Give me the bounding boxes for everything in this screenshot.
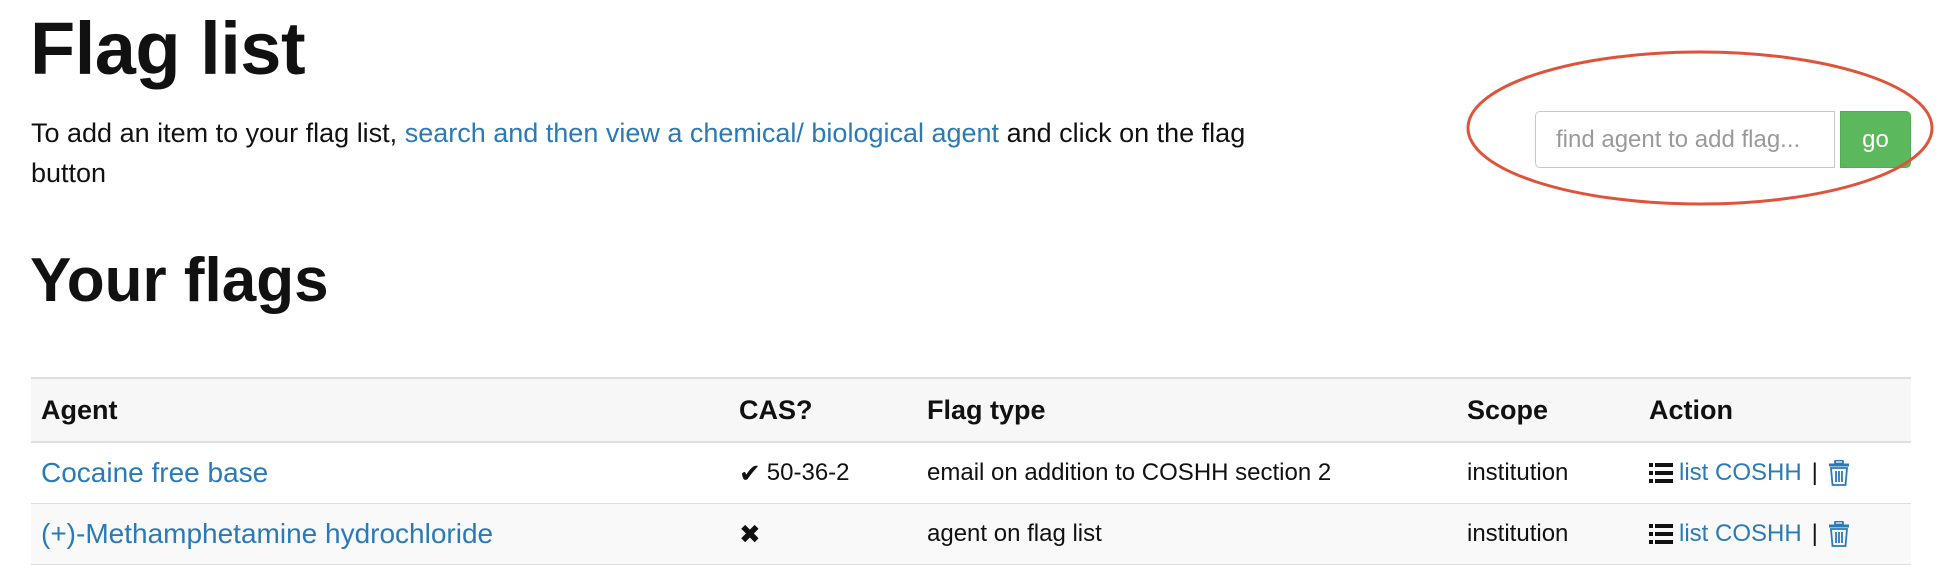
cas-cell: ✖	[729, 503, 917, 565]
agent-link[interactable]: Cocaine free base	[41, 457, 268, 488]
column-header-flag-type: Flag type	[917, 377, 1457, 443]
column-header-action: Action	[1639, 377, 1911, 443]
agent-cell: Cocaine free base	[31, 442, 729, 504]
delete-flag-button[interactable]	[1828, 521, 1850, 547]
list-coshh-label: list COSHH	[1679, 520, 1802, 547]
table-header-row: Agent CAS? Flag type Scope Action	[31, 377, 1911, 443]
intro-text-start: To add an item to your flag list,	[31, 118, 405, 148]
scope-cell: institution	[1457, 503, 1639, 565]
agent-cell: (+)-Methamphetamine hydrochloride	[31, 503, 729, 565]
intro-text: To add an item to your flag list, search…	[31, 113, 1291, 193]
cas-number: 50-36-2	[766, 459, 850, 486]
cross-icon: ✖	[739, 518, 761, 549]
flag-type-cell: agent on flag list	[917, 503, 1457, 565]
flags-table: Agent CAS? Flag type Scope Action Cocain…	[31, 377, 1911, 565]
table-row: (+)-Methamphetamine hydrochloride ✖ agen…	[31, 503, 1911, 565]
flag-type-cell: email on addition to COSHH section 2	[917, 442, 1457, 504]
list-icon	[1649, 463, 1673, 483]
column-header-agent: Agent	[31, 377, 729, 443]
list-coshh-link[interactable]: list COSHH	[1649, 459, 1802, 487]
trash-icon	[1828, 521, 1849, 547]
delete-flag-button[interactable]	[1828, 460, 1850, 486]
trash-icon	[1828, 460, 1849, 486]
scope-cell: institution	[1457, 442, 1639, 504]
go-button[interactable]: go	[1840, 111, 1911, 168]
page-title: Flag list	[30, 7, 306, 90]
list-icon	[1649, 524, 1673, 544]
table-row: Cocaine free base ✔ 50-36-2 email on add…	[31, 442, 1911, 504]
column-header-cas: CAS?	[729, 377, 917, 443]
column-header-scope: Scope	[1457, 377, 1639, 443]
find-agent-input[interactable]	[1535, 111, 1835, 168]
agent-link[interactable]: (+)-Methamphetamine hydrochloride	[41, 518, 493, 549]
check-icon: ✔	[739, 457, 761, 488]
search-agent-link[interactable]: search and then view a chemical/ biologi…	[405, 118, 999, 148]
action-cell: list COSHH |	[1639, 503, 1911, 565]
section-title: Your flags	[30, 246, 329, 315]
action-cell: list COSHH |	[1639, 442, 1911, 504]
cas-cell: ✔ 50-36-2	[729, 442, 917, 504]
list-coshh-label: list COSHH	[1679, 459, 1802, 486]
action-separator: |	[1811, 459, 1818, 486]
list-coshh-link[interactable]: list COSHH	[1649, 520, 1802, 548]
action-separator: |	[1811, 520, 1818, 547]
